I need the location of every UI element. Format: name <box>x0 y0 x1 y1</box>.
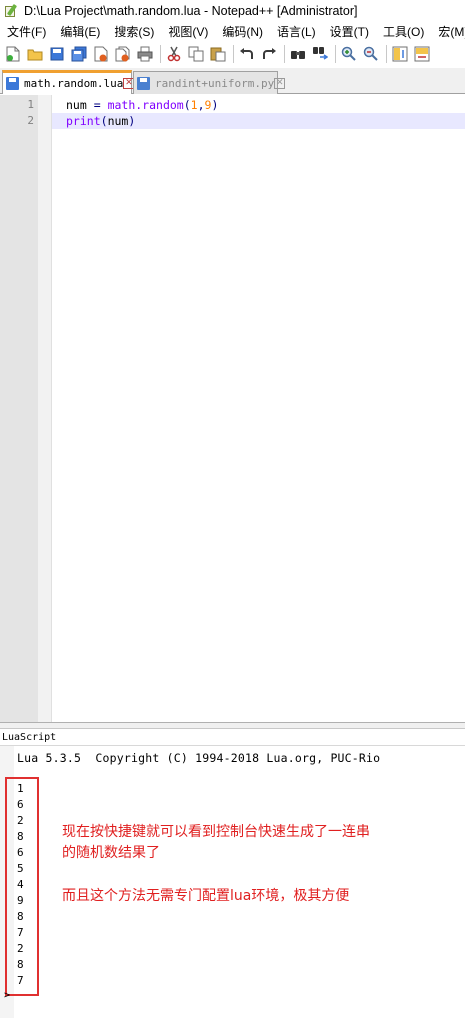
new-file-icon[interactable] <box>4 45 22 63</box>
console-prompt[interactable]: > <box>4 990 10 1001</box>
annotation-text: 现在按快捷键就可以看到控制台快速生成了一连串 <box>62 824 370 840</box>
tab-close-icon[interactable]: ✕ <box>274 77 286 89</box>
file-saved-icon <box>137 76 150 90</box>
open-file-icon[interactable] <box>26 45 44 63</box>
replace-icon[interactable] <box>311 45 329 63</box>
menu-macro[interactable]: 宏(M) <box>431 22 465 42</box>
notepad-plus-plus-icon <box>4 3 18 18</box>
console-banner: Lua 5.3.5 Copyright (C) 1994-2018 Lua.or… <box>17 751 381 765</box>
code-token: , <box>197 98 205 112</box>
toolbar-separator <box>335 45 336 63</box>
highlight-box <box>5 777 39 996</box>
tab-math-random-lua[interactable]: math.random.lua ✕ <box>2 70 135 94</box>
toolbar-separator <box>386 45 387 63</box>
print-icon[interactable] <box>136 45 154 63</box>
menu-edit[interactable]: 编辑(E) <box>53 22 107 42</box>
close-all-icon[interactable] <box>114 45 132 63</box>
tab-label: randint+uniform.py <box>155 76 275 90</box>
save-all-icon[interactable] <box>70 45 88 63</box>
file-saved-icon <box>6 77 19 90</box>
line-number-gutter: 1 2 <box>0 95 38 722</box>
window-title: D:\Lua Project\math.random.lua - Notepad… <box>24 4 358 18</box>
menu-settings[interactable]: 设置(T) <box>323 22 376 42</box>
code-token: print <box>66 114 101 128</box>
close-icon[interactable] <box>92 45 110 63</box>
paste-icon[interactable] <box>209 45 227 63</box>
zoom-in-icon[interactable] <box>340 45 358 63</box>
console-panel-title: LuaScript <box>0 729 465 746</box>
code-token: = <box>86 98 108 112</box>
zoom-out-icon[interactable] <box>362 45 380 63</box>
tab-randint-uniform-py[interactable]: randint+uniform.py ✕ <box>133 71 286 94</box>
panel-splitter[interactable] <box>0 722 465 729</box>
code-token: num <box>107 114 129 128</box>
toolbar-separator <box>160 45 161 63</box>
redo-icon[interactable] <box>260 45 278 63</box>
sync-horizontal-icon[interactable] <box>413 45 431 63</box>
code-editor[interactable]: 1 2 num = math.random(1,9) print(num) <box>0 95 465 722</box>
toolbar-separator <box>284 45 285 63</box>
cut-icon[interactable] <box>165 45 183 63</box>
menu-encoding[interactable]: 编码(N) <box>215 22 270 42</box>
code-line[interactable]: num = math.random(1,9) <box>52 97 465 113</box>
code-token: ) <box>128 114 136 128</box>
annotation-text: 的随机数结果了 <box>62 845 160 861</box>
copy-icon[interactable] <box>187 45 205 63</box>
sync-vertical-icon[interactable] <box>391 45 409 63</box>
toolbar <box>0 42 465 66</box>
tab-label: math.random.lua <box>24 77 124 90</box>
find-icon[interactable] <box>289 45 307 63</box>
code-token: num <box>66 98 87 112</box>
save-icon[interactable] <box>48 45 66 63</box>
code-token: ( <box>183 98 191 112</box>
line-number: 1 <box>27 98 34 111</box>
line-number: 2 <box>27 114 34 127</box>
menu-language[interactable]: 语言(L) <box>270 22 323 42</box>
fold-margin[interactable] <box>38 95 52 722</box>
code-line-current[interactable]: print(num) <box>52 113 465 129</box>
code-token: ) <box>211 98 219 112</box>
code-token: math.random <box>107 98 184 112</box>
code-token: 1 <box>190 98 198 112</box>
annotation-text: 而且这个方法无需专门配置lua环境，极其方便 <box>62 888 350 904</box>
code-token: ( <box>100 114 108 128</box>
menu-tools[interactable]: 工具(O) <box>376 22 431 42</box>
menu-file[interactable]: 文件(F) <box>0 22 53 42</box>
title-bar: D:\Lua Project\math.random.lua - Notepad… <box>0 0 465 22</box>
menu-view[interactable]: 视图(V) <box>161 22 215 42</box>
menu-search[interactable]: 搜索(S) <box>107 22 161 42</box>
toolbar-separator <box>233 45 234 63</box>
tab-bar: math.random.lua ✕ randint+uniform.py ✕ <box>0 68 465 94</box>
console-panel[interactable]: Lua 5.3.5 Copyright (C) 1994-2018 Lua.or… <box>0 746 465 1018</box>
menu-bar: 文件(F) 编辑(E) 搜索(S) 视图(V) 编码(N) 语言(L) 设置(T… <box>0 22 465 42</box>
undo-icon[interactable] <box>238 45 256 63</box>
